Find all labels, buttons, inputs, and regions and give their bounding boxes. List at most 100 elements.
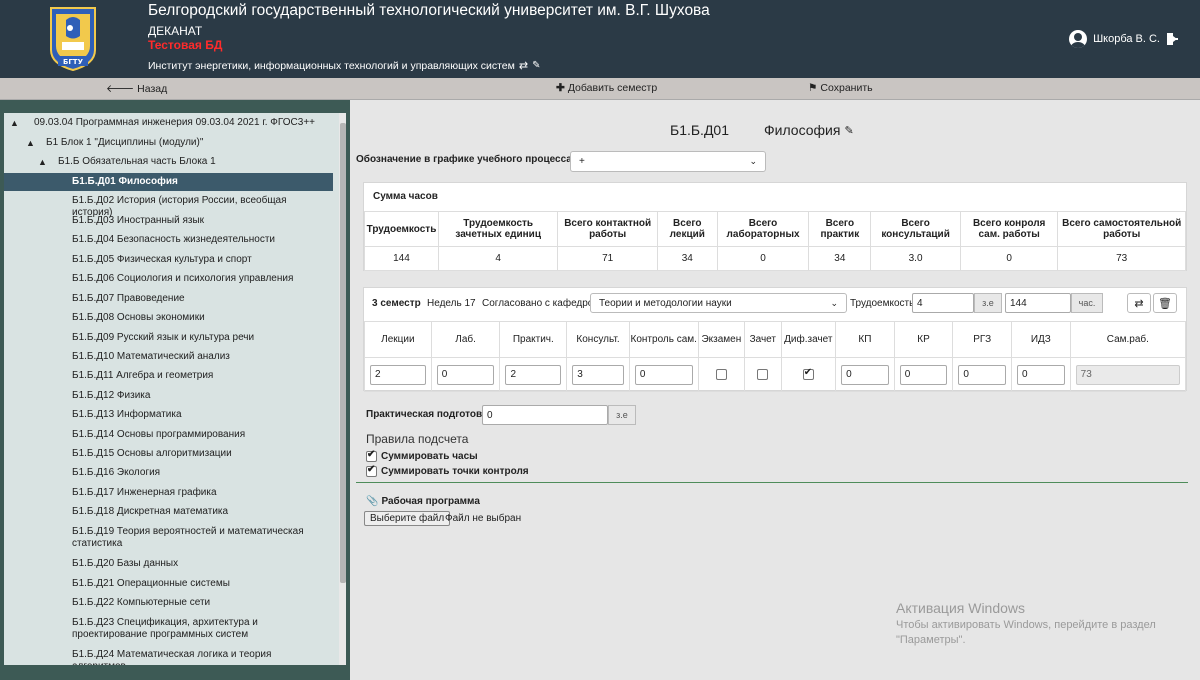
sum-hours-checkbox[interactable] (366, 449, 377, 462)
lectures-input[interactable]: 2 (370, 364, 426, 385)
tree-part[interactable]: ▲ Б1.Б Обязательная часть Блока 1 (38, 156, 216, 168)
semester-header: Диф.зачет (780, 321, 837, 358)
sidebar-item[interactable]: Б1.Б.Д05 Физическая культура и спорт (72, 254, 322, 266)
semester-header: КР (893, 321, 954, 358)
dif_zachet-checkbox[interactable] (802, 367, 814, 380)
idz-input[interactable]: 0 (1017, 364, 1065, 385)
summary-value: 73 (1057, 246, 1186, 271)
sidebar-item[interactable]: Б1.Б.Д06 Социология и психология управле… (72, 273, 322, 285)
edit-pencil-icon[interactable]: ✎ (844, 124, 853, 137)
caret-up-icon[interactable]: ▲ (38, 156, 47, 168)
labs-input[interactable]: 0 (436, 364, 495, 385)
back-button[interactable]: 🡐 Назад (106, 82, 167, 96)
institute-selector[interactable]: Институт энергетики, информационных техн… (148, 59, 540, 73)
choose-file-button[interactable]: Выберите файл (364, 511, 451, 526)
rgz-input[interactable]: 0 (958, 364, 1007, 385)
toolbar: 🡐 Назад ✚ Добавить семестр ⚑ Сохранить (0, 78, 1200, 100)
swap-semester-button[interactable]: ⇄ (1127, 293, 1151, 313)
labor-hours-input[interactable]: 144 (1005, 293, 1071, 313)
tree-block[interactable]: ▲ Б1 Блок 1 "Дисциплины (модули)" (26, 137, 203, 149)
sidebar-item[interactable]: Б1.Б.Д15 Основы алгоритмизации (72, 448, 322, 460)
hours-summary-panel: Сумма часов Трудоемкость Трудоемкость зач… (363, 182, 1187, 271)
tree-root[interactable]: ▲ 09.03.04 Программная инженерия 09.03.0… (10, 117, 315, 129)
summary-header: Всего лабораторных (716, 211, 810, 247)
practical-input[interactable]: 0 (482, 405, 608, 425)
swap-icon[interactable]: ⇄ (519, 59, 528, 72)
schedule-select[interactable]: + ⌄ (570, 151, 766, 172)
sidebar-item[interactable]: Б1.Б.Д04 Безопасность жизнедеятельности (72, 234, 322, 246)
chevron-down-icon: ⌄ (830, 297, 838, 308)
summary-value: 71 (557, 246, 658, 271)
sidebar-item[interactable]: Б1.Б.Д13 Информатика (72, 409, 322, 421)
summary-header: Трудоемкость (364, 211, 439, 247)
file-status: Файл не выбран (445, 513, 522, 524)
kp-input[interactable]: 0 (841, 364, 889, 385)
sidebar-item[interactable]: Б1.Б.Д16 Экология (72, 467, 322, 479)
consult-input[interactable]: 3 (572, 364, 624, 385)
plus-icon: ✚ (556, 82, 565, 94)
pencil-icon[interactable]: ✎ (532, 60, 540, 71)
department-select[interactable]: Теории и методологии науки ⌄ (590, 293, 847, 313)
rule-sum-hours[interactable]: Суммировать часы (366, 449, 478, 462)
sidebar-item[interactable]: Б1.Б.Д11 Алгебра и геометрия (72, 370, 322, 382)
semester-header: Экзамен (697, 321, 746, 358)
hours-unit: час. (1071, 293, 1103, 313)
semester-header: Практич. (499, 321, 568, 358)
sidebar-item[interactable]: Б1.Б.Д19 Теория вероятностей и математич… (72, 526, 322, 550)
semester-header: Лекции (364, 321, 432, 358)
caret-up-icon[interactable]: ▲ (10, 117, 19, 129)
delete-semester-button[interactable]: 🗑 (1153, 293, 1177, 313)
summary-header: Всего практик (808, 211, 872, 247)
sidebar-item[interactable]: Б1.Б.Д10 Математический анализ (72, 351, 322, 363)
sidebar-item[interactable]: Б1.Б.Д12 Физика (72, 390, 322, 402)
sidebar-item[interactable]: Б1.Б.Д17 Инженерная графика (72, 487, 322, 499)
sidebar-item[interactable]: Б1.Б.Д21 Операционные системы (72, 578, 322, 590)
labor-label: Трудоемкость (850, 298, 915, 309)
control-input[interactable]: 0 (634, 364, 693, 385)
sidebar-item[interactable]: Б1.Б.Д09 Русский язык и культура речи (72, 332, 322, 344)
save-button[interactable]: ⚑ Сохранить (808, 82, 873, 94)
windows-activation-subtitle: Чтобы активировать Windows, перейдите в … (896, 619, 1156, 646)
summary-value: 34 (656, 246, 718, 271)
divider (356, 482, 1188, 483)
logout-icon[interactable] (1166, 32, 1180, 46)
summary-header: Трудоемкость зачетных единиц (437, 211, 559, 247)
labor-ze-input[interactable]: 4 (912, 293, 974, 313)
paperclip-icon: 📎 (366, 496, 379, 507)
practical-unit: з.е (608, 405, 636, 425)
sidebar-item[interactable]: Б1.Б.Д03 Иностранный язык (72, 215, 322, 227)
semester-header: КП (835, 321, 895, 358)
sidebar-item[interactable]: Б1.Б.Д07 Правоведение (72, 293, 322, 305)
summary-value: 144 (364, 246, 439, 271)
exam-checkbox[interactable] (715, 368, 727, 380)
summary-title: Сумма часов (373, 191, 438, 202)
semester-header: Лаб. (430, 321, 501, 358)
zachet-checkbox[interactable] (757, 368, 769, 380)
rule-sum-checkpoints[interactable]: Суммировать точки контроля (366, 464, 529, 477)
discipline-name: Философия ✎ (764, 122, 854, 138)
semester-header: РГЗ (952, 321, 1013, 358)
semester-header: ИДЗ (1011, 321, 1071, 358)
summary-table: Трудоемкость Трудоемкость зачетных единиц… (364, 211, 1186, 271)
summary-header: Всего лекций (656, 211, 718, 247)
sidebar-item[interactable]: Б1.Б.Д20 Базы данных (72, 558, 322, 570)
user-menu[interactable]: Шкорба В. С. (1069, 30, 1180, 48)
summary-header: Всего контактной работы (557, 211, 658, 247)
test-db-label: Тестовая БД (148, 38, 223, 52)
sidebar-item[interactable]: Б1.Б.Д22 Компьютерные сети (72, 597, 322, 609)
sidebar-scrollbar[interactable] (339, 113, 346, 665)
scroll-thumb[interactable] (340, 123, 346, 583)
sidebar-item[interactable]: Б1.Б.Д01 Философия (4, 173, 333, 191)
sidebar-item[interactable]: Б1.Б.Д14 Основы программирования (72, 429, 322, 441)
sidebar-item[interactable]: Б1.Б.Д23 Спецификация, архитектура и про… (72, 617, 322, 641)
caret-up-icon[interactable]: ▲ (26, 137, 35, 149)
kr-input[interactable]: 0 (899, 364, 948, 385)
summary-value: 3.0 (870, 246, 961, 271)
add-semester-button[interactable]: ✚ Добавить семестр (556, 82, 657, 94)
summary-value: 34 (808, 246, 872, 271)
practice-input[interactable]: 2 (505, 364, 562, 385)
sidebar-item[interactable]: Б1.Б.Д08 Основы экономики (72, 312, 322, 324)
sidebar-item[interactable]: Б1.Б.Д24 Математическая логика и теория … (72, 649, 322, 665)
sidebar-item[interactable]: Б1.Б.Д18 Дискретная математика (72, 506, 322, 518)
sum-checkpoints-checkbox[interactable] (366, 464, 377, 477)
